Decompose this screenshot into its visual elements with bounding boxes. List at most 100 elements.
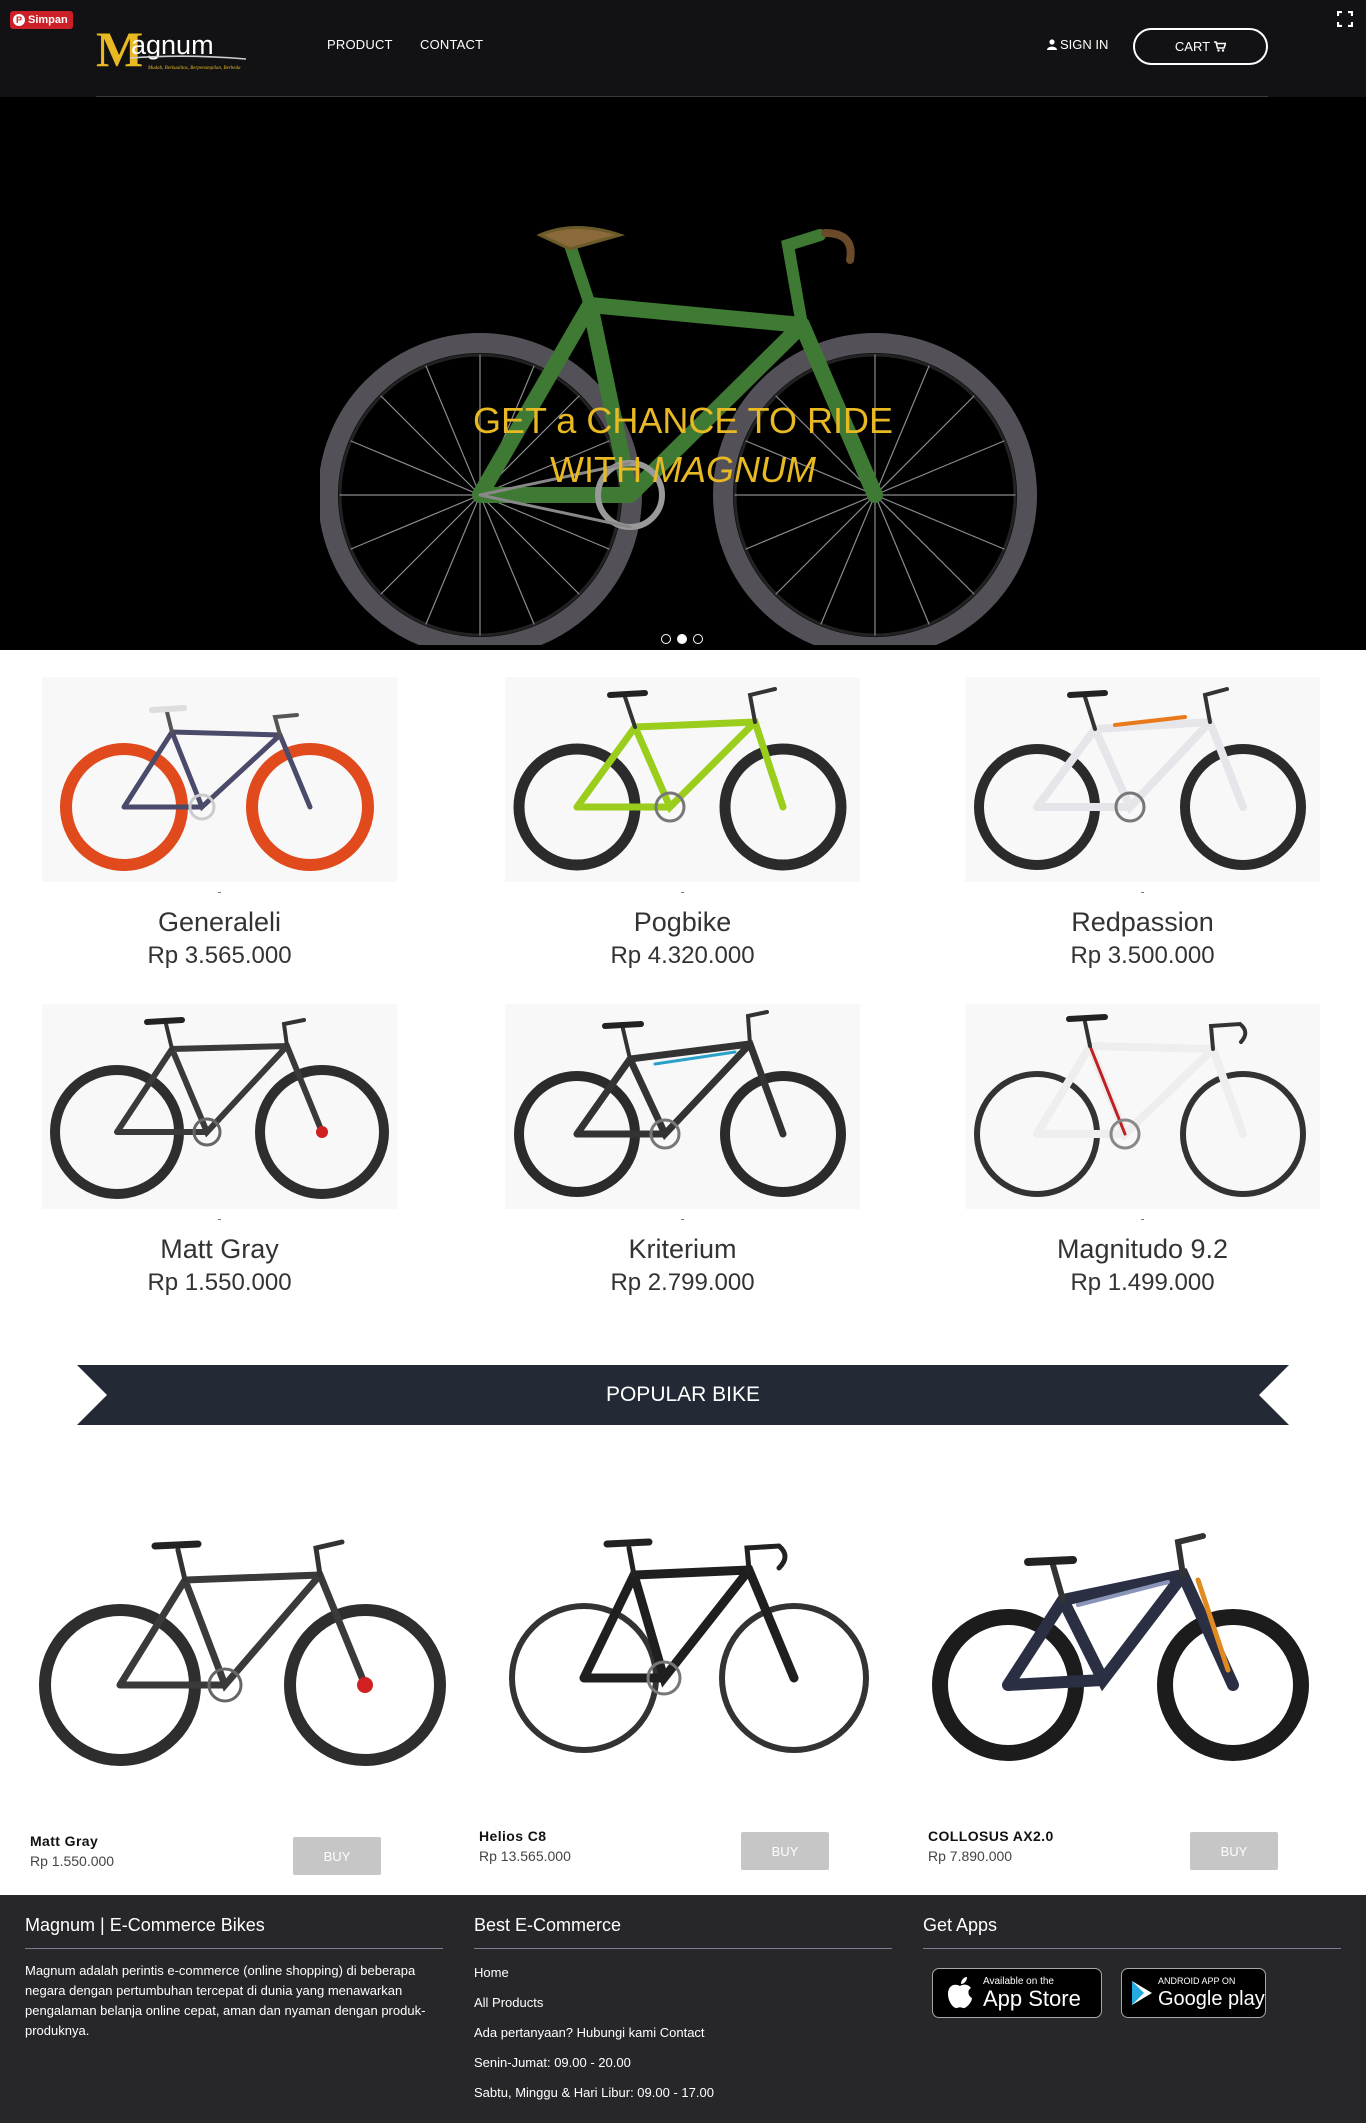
footer-link-all-products[interactable]: All Products (474, 1993, 892, 2013)
bike-image (509, 1538, 869, 1753)
hero-carousel[interactable]: GET a CHANCE TO RIDE WITH MAGNUM (0, 97, 1366, 650)
buy-button[interactable]: BUY (1190, 1832, 1278, 1870)
product-card[interactable]: Generaleli Rp 3.565.000 (42, 677, 397, 1002)
bike-image (39, 1539, 446, 1766)
cart-button[interactable]: CART (1133, 28, 1268, 65)
divider-dot (218, 1219, 221, 1220)
footer-about-text: Magnum adalah perintis e-commerce (onlin… (25, 1963, 426, 2038)
cart-label: CART (1174, 39, 1211, 54)
bike-image (514, 1010, 846, 1197)
footer-apps-title: Get Apps (923, 1915, 998, 1935)
popular-item[interactable]: Matt Gray Rp 1.550.000 BUY (30, 1520, 450, 1900)
pinterest-save-button[interactable]: P Simpan (10, 11, 73, 29)
product-image[interactable] (965, 677, 1320, 882)
popular-item-name[interactable]: Helios C8 (479, 1828, 546, 1844)
buy-button[interactable]: BUY (293, 1837, 381, 1875)
bike-image (60, 705, 374, 871)
footer-links: Best E-Commerce Home All Products Ada pe… (474, 1915, 892, 2113)
product-image[interactable] (505, 677, 860, 882)
popular-bike-banner: POPULAR BIKE (77, 1365, 1289, 1425)
divider-dot (218, 892, 221, 893)
google-play-icon (1132, 1981, 1152, 2005)
product-image[interactable] (42, 1004, 397, 1209)
product-card[interactable]: Magnitudo 9.2 Rp 1.499.000 (965, 1004, 1320, 1329)
footer-divider (25, 1948, 443, 1949)
footer-hours-weekday: Senin-Jumat: 09.00 - 20.00 (474, 2055, 631, 2070)
popular-item-image[interactable] (479, 1520, 899, 1770)
product-image[interactable] (505, 1004, 860, 1209)
product-price: Rp 2.799.000 (610, 1269, 755, 1296)
product-name[interactable]: Redpassion (965, 907, 1320, 938)
product-card[interactable]: Matt Gray Rp 1.550.000 (42, 1004, 397, 1329)
product-card[interactable]: Pogbike Rp 4.320.000 (505, 677, 860, 1002)
carousel-dot[interactable] (661, 634, 671, 644)
hero-headline-line1: GET a CHANCE TO RIDE (472, 400, 894, 441)
bike-image (974, 1014, 1306, 1197)
carousel-dot[interactable] (693, 634, 703, 644)
pinterest-save-label: Simpan (28, 14, 68, 26)
product-image[interactable] (42, 677, 397, 882)
app-store-big-text: App Store (983, 1985, 1081, 2011)
top-navbar: P Simpan M agnum Mudah, Berkualitas, Ber… (0, 0, 1366, 97)
product-name[interactable]: Magnitudo 9.2 (965, 1234, 1320, 1265)
cart-icon (1214, 41, 1227, 52)
nav-product-link[interactable]: PRODUCT (327, 37, 393, 52)
divider-dot (681, 1219, 684, 1220)
sign-in-label: SIGN IN (1060, 37, 1109, 52)
fullscreen-icon[interactable] (1337, 11, 1353, 27)
sign-in-link[interactable]: SIGN IN (1047, 37, 1108, 52)
pinterest-icon: P (13, 14, 25, 26)
popular-bike-title: POPULAR BIKE (605, 1383, 761, 1406)
popular-item[interactable]: COLLOSUS AX2.0 Rp 7.890.000 BUY (928, 1520, 1348, 1900)
bike-image (513, 687, 847, 871)
popular-item-image[interactable] (928, 1520, 1348, 1770)
product-name[interactable]: Kriterium (505, 1234, 860, 1265)
divider-dot (1141, 1219, 1144, 1220)
apple-icon (948, 1977, 972, 2009)
footer-about-title: Magnum | E-Commerce Bikes (25, 1915, 265, 1935)
footer-divider (474, 1948, 892, 1949)
product-price: Rp 4.320.000 (610, 942, 755, 969)
product-price: Rp 1.550.000 (147, 1269, 292, 1296)
product-card[interactable]: Redpassion Rp 3.500.000 (965, 677, 1320, 1002)
magnum-logo[interactable]: M agnum Mudah, Berkualitas, Berpenampila… (96, 20, 248, 77)
product-price: Rp 3.500.000 (1070, 942, 1215, 969)
bike-image (932, 1533, 1309, 1761)
logo-tagline: Mudah, Berkualitas, Berpenampilan, Berbe… (147, 66, 241, 71)
user-icon (1047, 39, 1057, 50)
footer-hours-weekend: Sabtu, Minggu & Hari Libur: 09.00 - 17.0… (474, 2085, 714, 2100)
hero-headline-prefix: WITH (550, 449, 652, 490)
app-store-badge[interactable]: Available on the App Store (932, 1968, 1102, 2018)
google-play-big-text: Google play (1158, 1987, 1265, 2010)
popular-item-name[interactable]: Matt Gray (30, 1833, 98, 1849)
product-price: Rp 3.565.000 (147, 942, 292, 969)
buy-button[interactable]: BUY (741, 1832, 829, 1870)
footer-divider (923, 1948, 1341, 1949)
footer-link-home[interactable]: Home (474, 1963, 892, 1983)
product-image[interactable] (965, 1004, 1320, 1209)
popular-item-price: Rp 13.565.000 (479, 1848, 571, 1864)
google-play-badge[interactable]: ANDROID APP ON Google play (1121, 1968, 1266, 2018)
footer-links-title: Best E-Commerce (474, 1915, 622, 1935)
divider-dot (681, 892, 684, 893)
logo-mark: M agnum Mudah, Berkualitas, Berpenampila… (96, 21, 247, 77)
hero-headline-line2: WITH MAGNUM (0, 447, 1366, 493)
popular-item-price: Rp 1.550.000 (30, 1853, 115, 1869)
product-name[interactable]: Generaleli (42, 907, 397, 938)
popular-item-image[interactable] (30, 1520, 450, 1770)
product-card[interactable]: Kriterium Rp 2.799.000 (505, 1004, 860, 1329)
product-price: Rp 1.499.000 (1070, 1269, 1215, 1296)
popular-item-name[interactable]: COLLOSUS AX2.0 (928, 1828, 1054, 1844)
footer-link-contact[interactable]: Ada pertanyaan? Hubungi kami Contact (474, 2023, 892, 2043)
nav-contact-link[interactable]: CONTACT (420, 37, 483, 52)
popular-item[interactable]: Helios C8 Rp 13.565.000 BUY (479, 1520, 899, 1900)
divider-dot (1141, 892, 1144, 893)
app-store-small-text: Available on the (983, 1975, 1054, 1987)
hero-headline-brand: MAGNUM (651, 449, 816, 490)
bike-image (50, 1017, 389, 1199)
bike-image (974, 687, 1306, 870)
google-play-small-text: ANDROID APP ON (1158, 1975, 1236, 1986)
product-name[interactable]: Pogbike (505, 907, 860, 938)
carousel-dot-active[interactable] (677, 634, 687, 644)
product-name[interactable]: Matt Gray (42, 1234, 397, 1265)
